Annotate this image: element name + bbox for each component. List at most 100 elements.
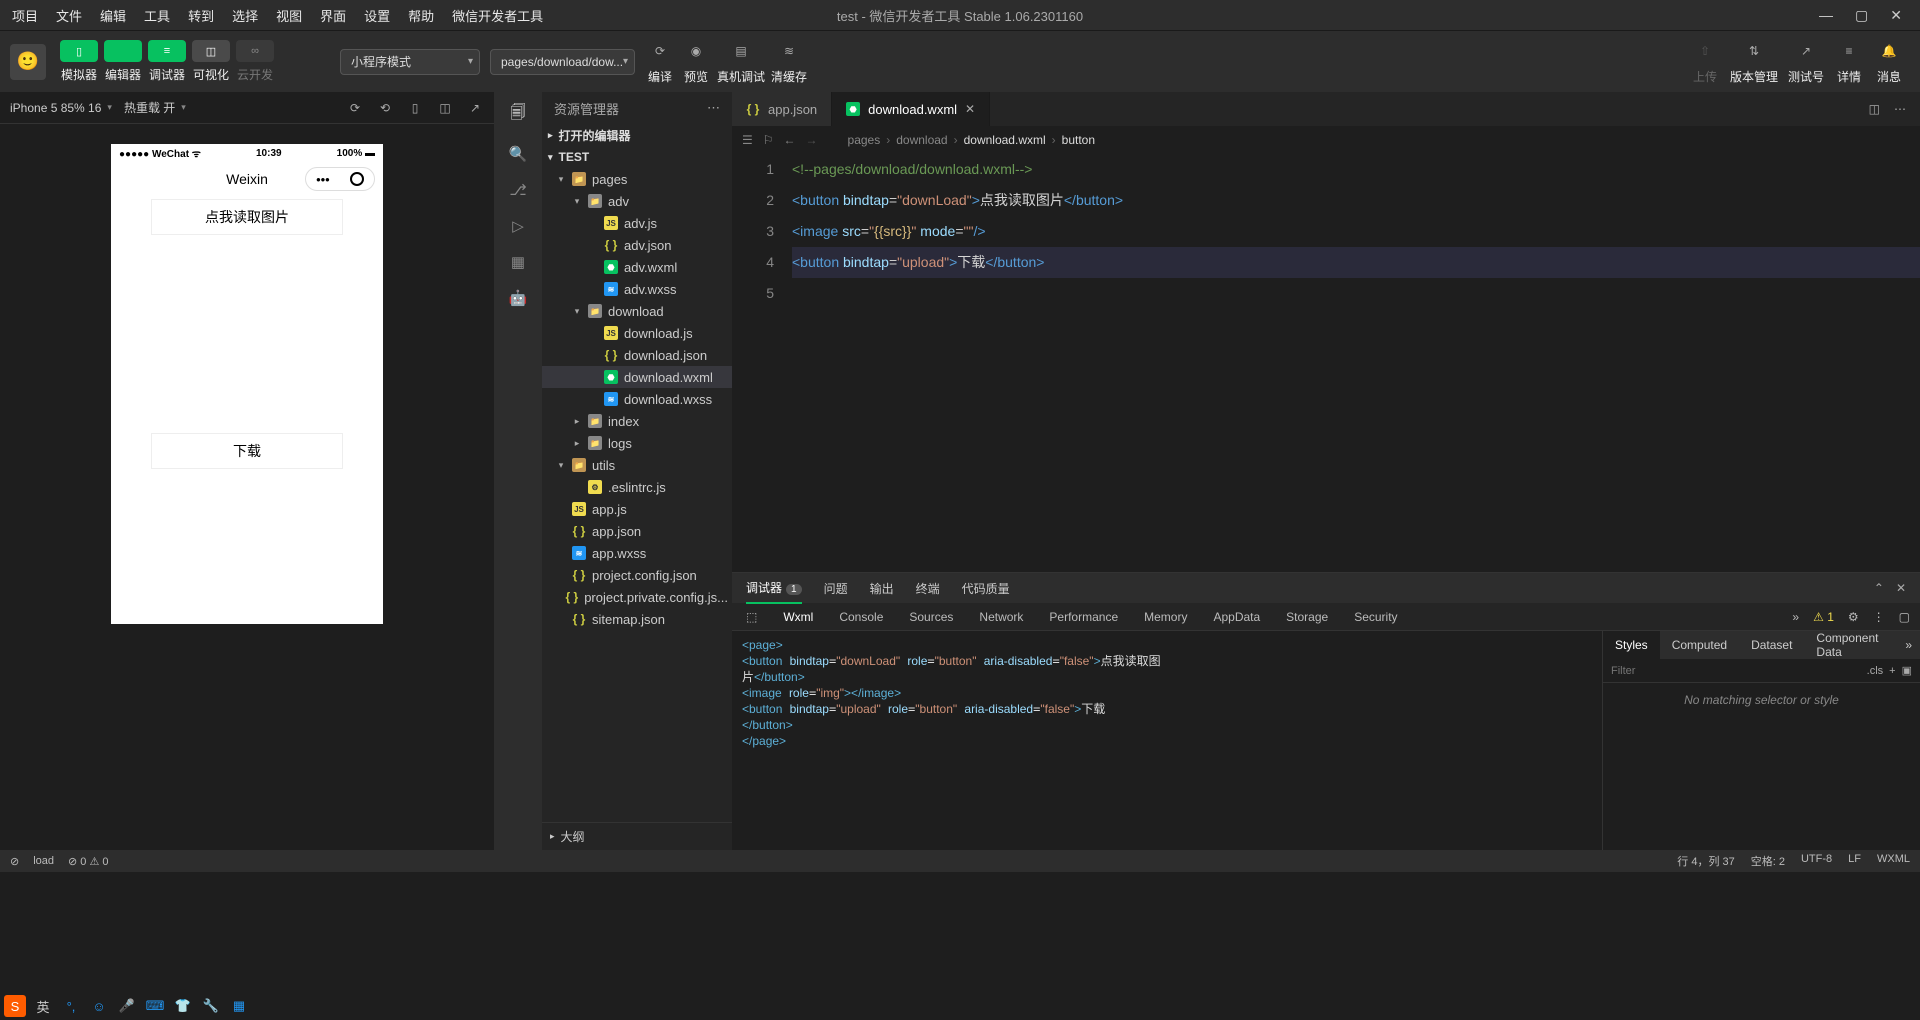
outline-section[interactable]: ▸大纲	[542, 822, 732, 850]
open-editors-section[interactable]: ▸打开的编辑器	[542, 124, 732, 146]
skin-icon[interactable]: 👕	[172, 995, 194, 1017]
act-编译[interactable]: ⟳	[645, 38, 675, 64]
crumb-download.wxml[interactable]: download.wxml	[964, 133, 1046, 147]
tool-可视化[interactable]: ◫	[192, 40, 230, 62]
menu-设置[interactable]: 设置	[364, 6, 390, 25]
more-icon[interactable]: ⋯	[707, 100, 720, 116]
more-icon[interactable]: »	[1905, 638, 1920, 652]
tool-icon[interactable]: 🔧	[200, 995, 222, 1017]
screenshot-icon[interactable]: ◫	[436, 101, 454, 115]
devtab-Memory[interactable]: Memory	[1144, 610, 1187, 624]
tree-utils[interactable]: ▾📁utils	[542, 454, 732, 476]
add-icon[interactable]: +	[1889, 665, 1895, 677]
r-版本管理[interactable]: ⇅	[1739, 38, 1769, 64]
project-section[interactable]: ▾TEST	[542, 146, 732, 168]
tab-app.json[interactable]: { }app.json	[732, 92, 832, 126]
devtab-Performance[interactable]: Performance	[1049, 610, 1118, 624]
filter-input[interactable]	[1611, 665, 1861, 677]
tree-project.private.config.js...[interactable]: { }project.private.config.js...	[542, 586, 732, 608]
inspect-icon[interactable]: ⬚	[746, 610, 757, 624]
robot-icon[interactable]: 🤖	[509, 289, 528, 307]
r-测试号[interactable]: ↗	[1791, 38, 1821, 64]
devtab-Sources[interactable]: Sources	[909, 610, 953, 624]
more-icon[interactable]: ⋯	[1894, 102, 1906, 116]
debug-icon[interactable]: ▷	[512, 217, 524, 235]
reload-label[interactable]: 热重载 开	[124, 99, 175, 116]
back-icon[interactable]: ←	[784, 133, 796, 147]
tree-download.wxml[interactable]: ⬣download.wxml	[542, 366, 732, 388]
more-icon[interactable]: »	[1792, 610, 1799, 624]
tree-download.wxss[interactable]: ≋download.wxss	[542, 388, 732, 410]
crumb-pages[interactable]: pages	[848, 133, 881, 147]
devtab-Security[interactable]: Security	[1354, 610, 1397, 624]
dbgtab-输出[interactable]: 输出	[870, 580, 894, 597]
tree-adv[interactable]: ▾📁adv	[542, 190, 732, 212]
crumb-button[interactable]: button	[1062, 133, 1095, 147]
tree-index[interactable]: ▸📁index	[542, 410, 732, 432]
act-预览[interactable]: ◉	[681, 38, 711, 64]
tree-download[interactable]: ▾📁download	[542, 300, 732, 322]
devtab-Wxml[interactable]: Wxml	[783, 610, 813, 624]
dock-icon[interactable]: ▢	[1899, 610, 1910, 624]
capsule[interactable]: •••	[305, 167, 375, 191]
device-icon[interactable]: ▯	[406, 101, 424, 115]
keyboard-icon[interactable]: ⌨	[144, 995, 166, 1017]
devtab-Network[interactable]: Network	[979, 610, 1023, 624]
tool-编辑器[interactable]	[104, 40, 142, 62]
styletab-Component Data[interactable]: Component Data	[1804, 631, 1905, 659]
box-icon[interactable]: ▣	[1902, 664, 1912, 677]
crumb-download[interactable]: download	[896, 133, 947, 147]
tree-sitemap.json[interactable]: { }sitemap.json	[542, 608, 732, 630]
tab-download.wxml[interactable]: ⬣download.wxml✕	[832, 92, 990, 126]
close-icon[interactable]: ✕	[1896, 581, 1906, 595]
maximize-icon[interactable]: ▢	[1855, 7, 1868, 24]
menu-选择[interactable]: 选择	[232, 6, 258, 25]
device-label[interactable]: iPhone 5 85% 16	[10, 101, 101, 115]
list-icon[interactable]: ☰	[742, 133, 753, 147]
page-dropdown[interactable]: pages/download/dow...	[490, 49, 635, 75]
devtab-Console[interactable]: Console	[839, 610, 883, 624]
r-上传[interactable]: ⇧	[1690, 38, 1720, 64]
files-icon[interactable]: 🗐	[511, 102, 526, 127]
tool-调试器[interactable]: ≡	[148, 40, 186, 62]
search-icon[interactable]: 🔍	[509, 145, 528, 163]
tree-project.config.json[interactable]: { }project.config.json	[542, 564, 732, 586]
devtab-Storage[interactable]: Storage	[1286, 610, 1328, 624]
tree-adv.js[interactable]: JSadv.js	[542, 212, 732, 234]
tree-adv.json[interactable]: { }adv.json	[542, 234, 732, 256]
expand-icon[interactable]: ↗	[466, 101, 484, 115]
code-editor[interactable]: 12345 <!--pages/download/download.wxml--…	[732, 154, 1920, 572]
act-清缓存[interactable]: ≋	[774, 38, 804, 64]
tree-adv.wxml[interactable]: ⬣adv.wxml	[542, 256, 732, 278]
refresh-icon[interactable]: ⟳	[346, 101, 364, 115]
menu-视图[interactable]: 视图	[276, 6, 302, 25]
rotate-icon[interactable]: ⟲	[376, 101, 394, 115]
menu-转到[interactable]: 转到	[188, 6, 214, 25]
styletab-Styles[interactable]: Styles	[1603, 631, 1660, 659]
minimize-icon[interactable]: —	[1819, 7, 1833, 24]
avatar[interactable]: 🙂	[10, 44, 46, 80]
mode-dropdown[interactable]: 小程序模式	[340, 49, 480, 75]
tool-云开发[interactable]: ∞	[236, 40, 274, 62]
lang-icon[interactable]: 英	[32, 995, 54, 1017]
dbgtab-调试器[interactable]: 调试器	[746, 579, 802, 604]
tree-adv.wxss[interactable]: ≋adv.wxss	[542, 278, 732, 300]
bookmark-icon[interactable]: ⚐	[763, 133, 774, 147]
tree-.eslintrc.js[interactable]: ⚙.eslintrc.js	[542, 476, 732, 498]
extensions-icon[interactable]: ▦	[511, 253, 525, 271]
menu-文件[interactable]: 文件	[56, 6, 82, 25]
status-branch[interactable]: ⊘	[10, 855, 19, 868]
fwd-icon[interactable]: →	[806, 133, 818, 147]
menu-界面[interactable]: 界面	[320, 6, 346, 25]
download-button[interactable]: 下载	[152, 434, 342, 468]
kebab-icon[interactable]: ⋮	[1873, 610, 1885, 624]
dbgtab-代码质量[interactable]: 代码质量	[962, 580, 1010, 597]
gear-icon[interactable]: ⚙	[1848, 610, 1859, 624]
dbgtab-终端[interactable]: 终端	[916, 580, 940, 597]
menu-帮助[interactable]: 帮助	[408, 6, 434, 25]
tree-download.json[interactable]: { }download.json	[542, 344, 732, 366]
grid-icon[interactable]: ▦	[228, 995, 250, 1017]
menu-微信开发者工具[interactable]: 微信开发者工具	[452, 6, 543, 25]
tree-app.wxss[interactable]: ≋app.wxss	[542, 542, 732, 564]
styletab-Dataset[interactable]: Dataset	[1739, 631, 1804, 659]
